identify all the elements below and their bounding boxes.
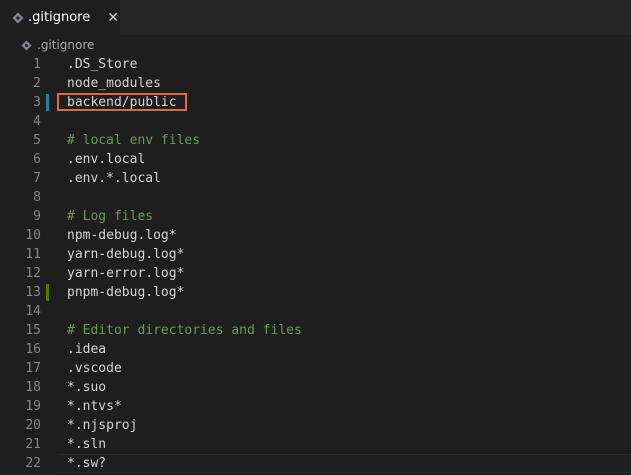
line-number: 11 (25, 247, 41, 262)
gitignore-file-icon (12, 11, 24, 25)
code-line[interactable]: 12 yarn-error.log* (0, 264, 631, 283)
code-text: .idea (67, 342, 107, 357)
close-icon[interactable]: ✕ (106, 10, 120, 26)
git-modified-gutter-marker[interactable] (46, 94, 49, 111)
line-number: 7 (33, 171, 41, 186)
code-line[interactable]: 21 *.sln (0, 435, 631, 454)
code-line[interactable]: 13 pnpm-debug.log* (0, 283, 631, 302)
code-line[interactable]: 2 node_modules (0, 74, 631, 93)
code-line[interactable]: 14 (0, 302, 631, 321)
breadcrumb: .gitignore (0, 35, 631, 55)
line-number: 5 (33, 133, 41, 148)
code-line[interactable]: 18 *.suo (0, 378, 631, 397)
code-line[interactable]: 20 *.njsproj (0, 416, 631, 435)
code-line[interactable]: 5 # local env files (0, 131, 631, 150)
code-text: pnpm-debug.log* (67, 285, 185, 300)
line-number: 14 (25, 304, 41, 319)
code-text: .env.local (67, 152, 146, 167)
line-number: 4 (33, 114, 41, 129)
code-text: *.sln (67, 437, 107, 452)
line-number: 22 (25, 456, 41, 471)
code-text: yarn-debug.log* (67, 247, 185, 262)
line-number: 6 (33, 152, 41, 167)
code-text: yarn-error.log* (67, 266, 185, 281)
code-line[interactable]: 9 # Log files (0, 207, 631, 226)
code-text: .env.*.local (67, 171, 161, 186)
code-line[interactable]: 4 (0, 112, 631, 131)
code-comment: # Log files (67, 209, 154, 224)
git-added-gutter-marker[interactable] (46, 284, 49, 301)
tab-label: .gitignore (28, 10, 91, 25)
current-line-highlight (58, 454, 631, 473)
code-text: .DS_Store (67, 57, 138, 72)
line-number: 8 (33, 190, 41, 205)
code-text: *.ntvs* (67, 399, 122, 414)
code-line[interactable]: 10 npm-debug.log* (0, 226, 631, 245)
line-number: 18 (25, 380, 41, 395)
line-number: 21 (25, 437, 41, 452)
code-comment: # Editor directories and files (67, 323, 302, 338)
breadcrumb-file[interactable]: .gitignore (37, 38, 94, 52)
code-text: *.suo (67, 380, 107, 395)
code-line[interactable]: 11 yarn-debug.log* (0, 245, 631, 264)
gitignore-file-icon (20, 39, 32, 51)
line-number: 2 (33, 76, 41, 91)
code-line[interactable]: 6 .env.local (0, 150, 631, 169)
code-text: backend/public (67, 95, 177, 110)
code-line[interactable]: 3 backend/public (0, 93, 631, 112)
code-comment: # local env files (67, 133, 201, 148)
line-number: 9 (33, 209, 41, 224)
code-text: *.njsproj (67, 418, 138, 433)
code-line[interactable]: 16 .idea (0, 340, 631, 359)
code-line[interactable]: 8 (0, 188, 631, 207)
line-number: 12 (25, 266, 41, 281)
line-number: 13 (25, 285, 41, 300)
line-number: 1 (33, 57, 41, 72)
code-line[interactable]: 19 *.ntvs* (0, 397, 631, 416)
line-number: 16 (25, 342, 41, 357)
line-number: 15 (25, 323, 41, 338)
line-number: 17 (25, 361, 41, 376)
code-text: npm-debug.log* (67, 228, 177, 243)
line-number: 19 (25, 399, 41, 414)
code-text: .vscode (67, 361, 122, 376)
code-editor[interactable]: 22 *.sw? 21 *.sln 20 *.njsproj 19 *.ntvs* 18 *.su… (0, 55, 631, 475)
code-line[interactable]: 1 .DS_Store (0, 55, 631, 74)
code-line[interactable]: 15 # Editor directories and files (0, 321, 631, 340)
line-number: 3 (33, 95, 41, 110)
code-line[interactable]: 17 .vscode (0, 359, 631, 378)
line-number: 10 (25, 228, 41, 243)
code-text: node_modules (67, 76, 161, 91)
line-number: 20 (25, 418, 41, 433)
tab-gitignore[interactable]: .gitignore ✕ (0, 0, 120, 35)
tab-bar: .gitignore ✕ (0, 0, 631, 35)
code-line[interactable]: 7 .env.*.local (0, 169, 631, 188)
